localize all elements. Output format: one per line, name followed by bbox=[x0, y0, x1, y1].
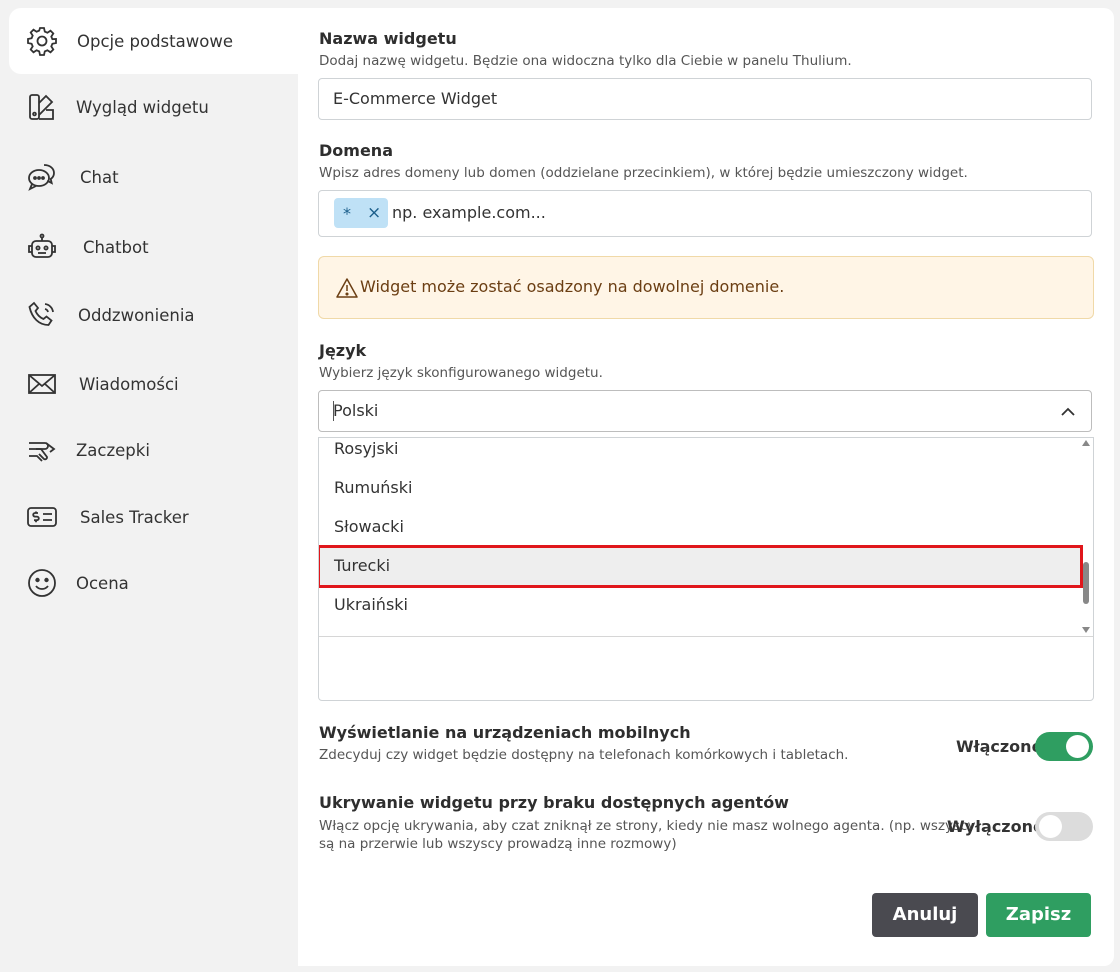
domain-input[interactable]: * × np. example.com... bbox=[318, 190, 1092, 237]
sidebar-item-label: Wiadomości bbox=[79, 374, 179, 394]
widget-name-title: Nazwa widgetu bbox=[319, 29, 457, 48]
hide-widget-toggle[interactable] bbox=[1035, 812, 1093, 841]
sidebar-item-chat[interactable]: Chat bbox=[9, 144, 298, 210]
warning-message: Widget może zostać osadzony na dowolnej … bbox=[360, 277, 785, 296]
cancel-button[interactable]: Anuluj bbox=[872, 893, 978, 937]
domain-tag-label: * bbox=[343, 204, 351, 223]
hide-widget-description-line1: Włącz opcję ukrywania, aby czat zniknął … bbox=[319, 818, 976, 834]
option-slowacki[interactable]: Słowacki bbox=[319, 508, 1081, 547]
sidebar: Opcje podstawowe Wygląd widgetu Chat Cha… bbox=[0, 0, 298, 972]
option-label: Słowacki bbox=[334, 517, 404, 536]
settings-panel: Nazwa widgetu Dodaj nazwę widgetu. Będzi… bbox=[298, 8, 1114, 966]
sidebar-item-ocena[interactable]: Ocena bbox=[9, 550, 298, 616]
palette-icon bbox=[25, 90, 59, 124]
chevron-up-icon[interactable] bbox=[1059, 403, 1077, 421]
option-label: Rosyjski bbox=[334, 439, 399, 458]
envelope-icon bbox=[25, 367, 59, 401]
option-label: Turecki bbox=[334, 556, 391, 575]
toggle-knob bbox=[1039, 815, 1062, 838]
sidebar-item-label: Opcje podstawowe bbox=[77, 31, 233, 51]
mobile-display-toggle[interactable] bbox=[1035, 732, 1093, 761]
gear-icon bbox=[25, 24, 59, 58]
robot-icon bbox=[25, 230, 59, 264]
language-options-list[interactable]: Rosyjski Rumuński Słowacki Turecki Ukrai… bbox=[319, 438, 1093, 637]
sidebar-item-label: Oddzwonienia bbox=[78, 305, 195, 325]
hide-toggle-state: Wyłączone bbox=[947, 817, 1044, 836]
scroll-down-arrow-icon[interactable] bbox=[1082, 627, 1090, 633]
mobile-toggle-state: Włączone bbox=[956, 737, 1043, 756]
widget-name-description: Dodaj nazwę widgetu. Będzie ona widoczna… bbox=[319, 53, 852, 69]
chat-bubbles-icon bbox=[25, 160, 59, 194]
sidebar-item-label: Sales Tracker bbox=[80, 507, 189, 527]
scroll-up-arrow-icon[interactable] bbox=[1082, 440, 1090, 446]
widget-name-input[interactable]: E-Commerce Widget bbox=[318, 78, 1092, 120]
language-dropdown: Rosyjski Rumuński Słowacki Turecki Ukrai… bbox=[318, 437, 1094, 701]
hide-widget-description-line2: są na przerwie lub wszyscy prowadzą inne… bbox=[319, 836, 677, 852]
domain-description: Wpisz adres domeny lub domen (oddzielane… bbox=[319, 165, 968, 181]
dollar-receipt-icon bbox=[25, 500, 59, 534]
sidebar-item-label: Chat bbox=[80, 167, 119, 187]
option-rosyjski[interactable]: Rosyjski bbox=[319, 438, 1081, 469]
highlight-box bbox=[319, 545, 1083, 588]
option-label: Ukraiński bbox=[334, 595, 408, 614]
widget-name-value: E-Commerce Widget bbox=[333, 89, 498, 108]
phone-callback-icon bbox=[25, 298, 59, 332]
language-placeholder: Polski bbox=[333, 401, 379, 420]
hand-wave-icon bbox=[25, 433, 59, 467]
sidebar-item-chatbot[interactable]: Chatbot bbox=[9, 214, 298, 280]
sidebar-item-opcje-podstawowe[interactable]: Opcje podstawowe bbox=[9, 8, 298, 74]
sidebar-item-wiadomosci[interactable]: Wiadomości bbox=[9, 351, 298, 417]
close-icon[interactable]: × bbox=[367, 203, 381, 223]
option-label: Rumuński bbox=[334, 478, 413, 497]
language-description: Wybierz język skonfigurowanego widgetu. bbox=[319, 365, 603, 381]
sidebar-item-zaczepki[interactable]: Zaczepki bbox=[9, 417, 298, 483]
option-turecki[interactable]: Turecki bbox=[319, 545, 1083, 588]
dropdown-scrollbar[interactable] bbox=[1080, 438, 1092, 636]
mobile-display-title: Wyświetlanie na urządzeniach mobilnych bbox=[319, 723, 691, 742]
mobile-display-description: Zdecyduj czy widget będzie dostępny na t… bbox=[319, 747, 849, 763]
sidebar-item-label: Ocena bbox=[76, 573, 129, 593]
domain-tag: * × bbox=[334, 198, 388, 228]
sidebar-item-label: Wygląd widgetu bbox=[76, 97, 209, 117]
warning-triangle-icon bbox=[336, 278, 358, 298]
hide-widget-title: Ukrywanie widgetu przy braku dostępnych … bbox=[319, 793, 789, 812]
domain-placeholder: np. example.com... bbox=[392, 203, 546, 222]
scrollbar-thumb[interactable] bbox=[1083, 562, 1089, 604]
language-select[interactable]: Polski bbox=[318, 390, 1092, 432]
language-title: Język bbox=[319, 341, 367, 360]
option-rumunski[interactable]: Rumuński bbox=[319, 469, 1081, 508]
sidebar-item-sales-tracker[interactable]: Sales Tracker bbox=[9, 484, 298, 550]
smiley-icon bbox=[25, 566, 59, 600]
option-ukrainski[interactable]: Ukraiński bbox=[319, 586, 1081, 625]
domain-warning-alert: Widget może zostać osadzony na dowolnej … bbox=[318, 256, 1094, 319]
sidebar-item-wyglad-widgetu[interactable]: Wygląd widgetu bbox=[9, 74, 298, 140]
save-button[interactable]: Zapisz bbox=[986, 893, 1091, 937]
toggle-knob bbox=[1066, 735, 1089, 758]
sidebar-item-label: Zaczepki bbox=[76, 440, 150, 460]
domain-title: Domena bbox=[319, 141, 393, 160]
sidebar-item-oddzwonienia[interactable]: Oddzwonienia bbox=[9, 282, 298, 348]
sidebar-item-label: Chatbot bbox=[83, 237, 149, 257]
